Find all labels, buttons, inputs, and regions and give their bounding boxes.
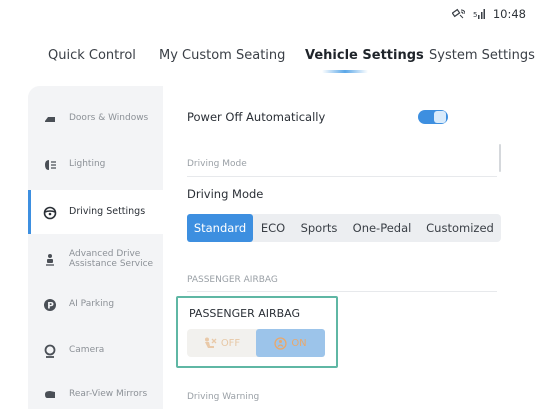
satellite-icon: [451, 8, 465, 20]
steering-wheel-icon: [43, 205, 57, 220]
driving-mode-standard[interactable]: Standard: [187, 214, 253, 242]
divider: [187, 176, 497, 177]
door-window-icon: [43, 111, 57, 125]
content-scrollbar[interactable]: [499, 144, 501, 172]
tab-system-settings[interactable]: System Settings: [429, 48, 535, 63]
status-icons: 5 10:48: [451, 7, 526, 21]
parking-icon: P: [43, 297, 57, 312]
airbag-on-icon: [274, 336, 287, 350]
active-tab-indicator: [322, 70, 368, 73]
sidebar-item-driving-settings[interactable]: Driving Settings: [28, 190, 163, 234]
settings-content: Power Off Automatically Driving Mode Dri…: [163, 86, 540, 409]
sidebar-item-lighting[interactable]: Lighting: [28, 144, 163, 184]
driving-mode-sports[interactable]: Sports: [293, 214, 345, 242]
tab-vehicle-settings[interactable]: Vehicle Settings: [305, 48, 424, 63]
driving-mode-label: Driving Mode: [187, 187, 264, 201]
airbag-off-label: OFF: [220, 337, 241, 349]
sidebar-item-camera[interactable]: Camera: [28, 330, 163, 370]
power-off-toggle[interactable]: [418, 110, 448, 124]
tab-quick-control[interactable]: Quick Control: [48, 48, 136, 63]
sidebar-item-doors-windows[interactable]: Doors & Windows: [28, 98, 163, 138]
driving-mode-customized[interactable]: Customized: [419, 214, 501, 242]
clock: 10:48: [492, 7, 526, 21]
airbag-on-option[interactable]: ON: [256, 329, 325, 357]
svg-text:5: 5: [473, 11, 477, 19]
headlight-icon: [43, 157, 57, 171]
passenger-airbag-selector: OFF ON: [187, 329, 325, 357]
camera-icon: [43, 343, 57, 358]
sidebar-item-label: Driving Settings: [69, 206, 146, 217]
divider: [187, 291, 497, 292]
toggle-knob: [434, 111, 446, 123]
sidebar-item-rear-view-mirrors[interactable]: Rear-View Mirrors: [28, 374, 163, 409]
sidebar-item-ai-parking[interactable]: P AI Parking: [28, 284, 163, 324]
airbag-seat-icon: [203, 337, 217, 350]
driving-warning-section-header: Driving Warning: [187, 392, 260, 402]
settings-panel: Doors & Windows Lighting Driving Setting…: [28, 86, 540, 409]
signal-icon: 5: [473, 8, 485, 20]
driving-mode-one-pedal[interactable]: One-Pedal: [345, 214, 419, 242]
driver-assist-icon: [43, 252, 57, 266]
sidebar-item-advanced-drive-assistance[interactable]: Advanced Drive Assistance Service: [28, 238, 163, 280]
driving-mode-section-header: Driving Mode: [187, 159, 247, 169]
driving-mode-eco[interactable]: ECO: [253, 214, 293, 242]
sidebar-item-label: Advanced Drive Assistance Service: [69, 249, 154, 269]
sidebar-item-label: Camera: [69, 345, 105, 355]
tab-my-custom-seating[interactable]: My Custom Seating: [159, 48, 285, 63]
mirror-icon: [43, 387, 57, 401]
passenger-airbag-highlight: PASSENGER AIRBAG OFF ON: [176, 296, 338, 368]
airbag-on-label: ON: [291, 337, 307, 349]
status-bar: 5 10:48: [0, 0, 540, 28]
passenger-airbag-section-header: PASSENGER AIRBAG: [187, 275, 278, 285]
driving-mode-selector: Standard ECO Sports One-Pedal Customized: [187, 214, 501, 242]
passenger-airbag-label: PASSENGER AIRBAG: [189, 307, 301, 320]
airbag-off-option[interactable]: OFF: [187, 329, 256, 357]
sidebar-item-label: Doors & Windows: [69, 113, 149, 123]
sidebar-item-label: AI Parking: [69, 299, 115, 309]
sidebar-item-label: Rear-View Mirrors: [69, 389, 148, 399]
top-tab-bar: Quick Control My Custom Seating Vehicle …: [0, 48, 540, 78]
power-off-label: Power Off Automatically: [187, 110, 326, 124]
sidebar-item-label: Lighting: [69, 159, 106, 169]
svg-text:P: P: [47, 302, 54, 312]
settings-sidebar: Doors & Windows Lighting Driving Setting…: [28, 86, 163, 409]
